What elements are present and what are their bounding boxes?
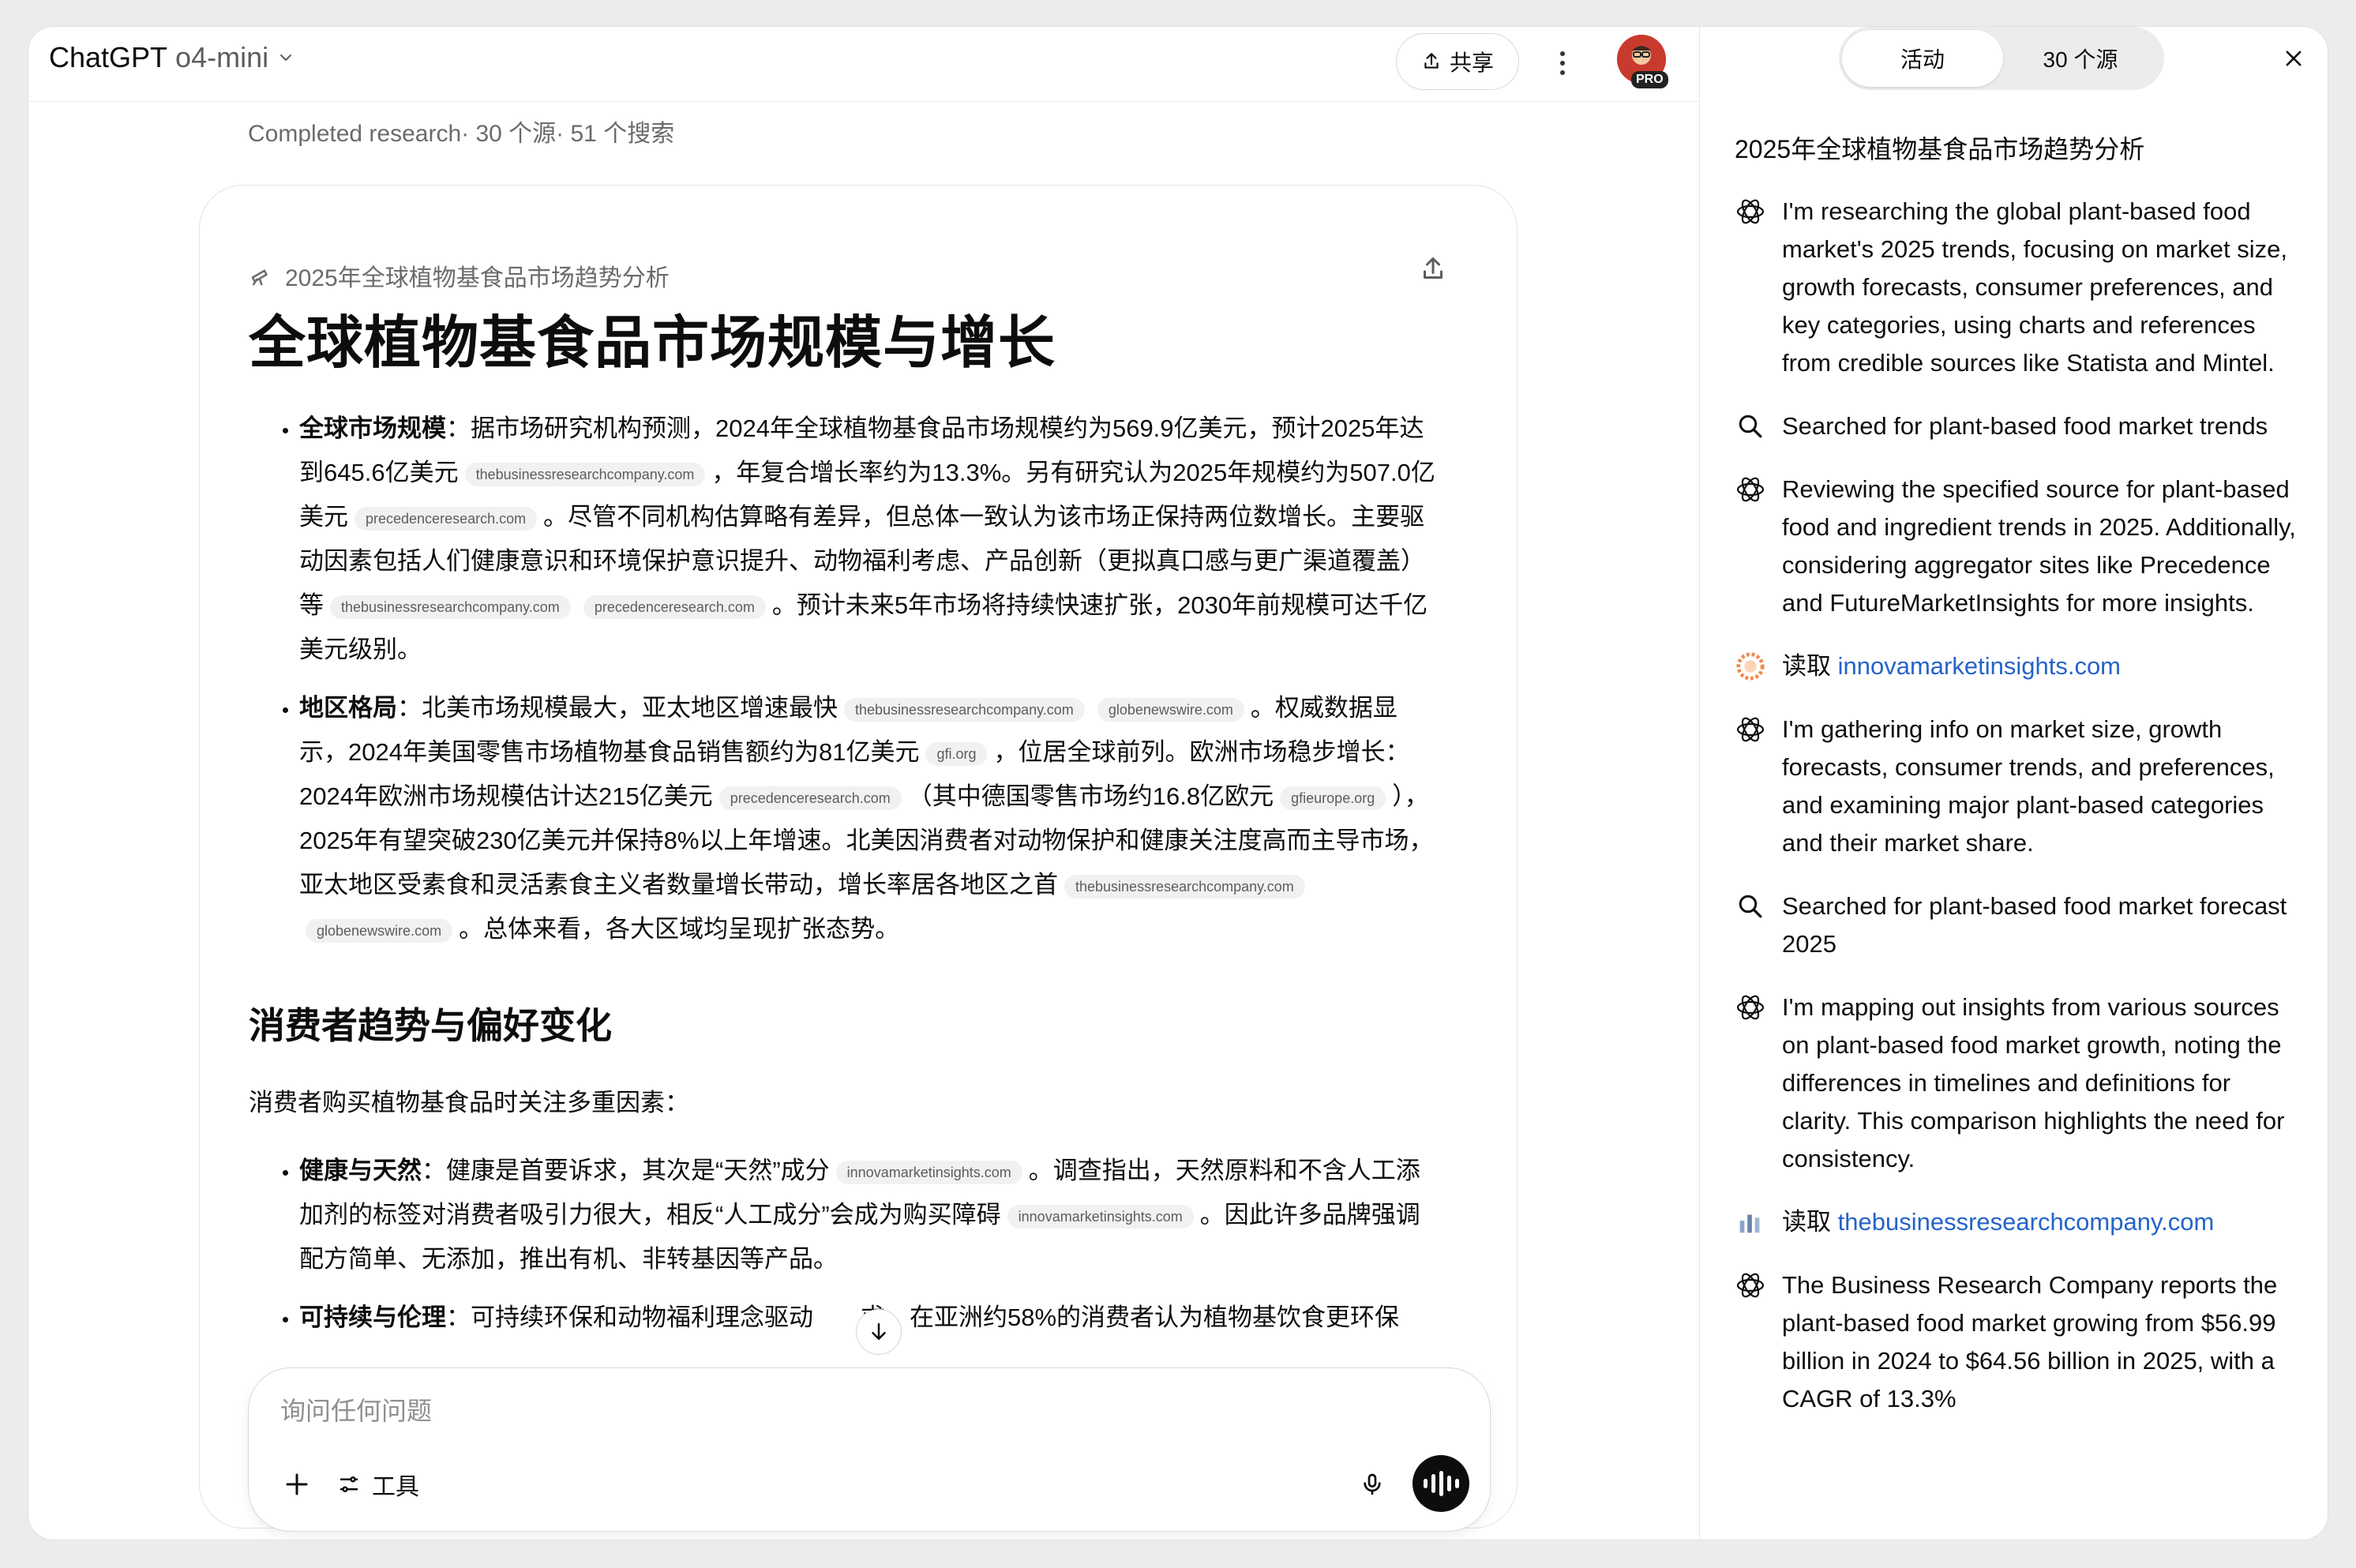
arrow-down-icon xyxy=(872,1322,886,1340)
search-icon xyxy=(1739,415,1762,438)
export-icon[interactable] xyxy=(1419,253,1447,285)
citation-chip[interactable]: precedenceresearch.com xyxy=(583,595,766,619)
voice-mode-button[interactable] xyxy=(1412,1455,1469,1512)
tab-sources[interactable]: 30 个源 xyxy=(2000,30,2161,87)
list-item: 地区格局：北美市场规模最大，亚太地区增速最快thebusinessresearc… xyxy=(299,686,1441,951)
citation-chip[interactable]: innovamarketinsights.com xyxy=(835,1160,1022,1184)
openai-icon xyxy=(1736,1273,1765,1298)
read-prefix: 读取 xyxy=(1782,652,1831,680)
read-prefix: 读取 xyxy=(1782,1208,1831,1236)
tools-label: 工具 xyxy=(372,1474,419,1500)
section-intro: 消费者购买植物基食品时关注多重因素： xyxy=(249,1089,689,1116)
report-header: 2025年全球植物基食品市场趋势分析 xyxy=(249,258,670,293)
top-bar: ChatGPT o4-mini 共享 PRO xyxy=(28,27,1699,102)
citation-chip[interactable]: gfi.org xyxy=(925,741,988,766)
tools-button[interactable]: 工具 xyxy=(337,1463,419,1506)
tab-activity[interactable]: 活动 xyxy=(1842,30,2003,87)
report-header-label: 2025年全球植物基食品市场趋势分析 xyxy=(285,265,670,291)
search-icon xyxy=(1739,895,1762,918)
list-item: 健康与天然：健康是首要诉求，其次是“天然”成分innovamarketinsig… xyxy=(299,1149,1441,1281)
activity-item: Searched for plant-based food market tre… xyxy=(1735,407,2303,445)
chevron-down-icon xyxy=(280,54,292,61)
citation-chip[interactable]: thebusinessresearchcompany.com xyxy=(330,595,571,619)
activity-text: The Business Research Company reports th… xyxy=(1782,1271,2278,1412)
model-name: o4-mini xyxy=(175,41,269,73)
bullet-text: （其中德国零售市场约16.8亿欧元 xyxy=(907,782,1274,810)
bullet-text: 求。在亚洲约58%的消费者认为植物基饮食更环保 xyxy=(861,1304,1400,1331)
citation-chip[interactable]: globenewswire.com xyxy=(306,918,453,943)
add-attachment-button[interactable] xyxy=(276,1463,318,1506)
app-window: ChatGPT o4-mini 共享 PRO Completed researc… xyxy=(28,27,2328,1540)
app-name: ChatGPT xyxy=(49,41,168,73)
openai-icon xyxy=(1736,477,1765,502)
close-icon xyxy=(2286,51,2302,66)
list-item: 全球市场规模：据市场研究机构预测，2024年全球植物基食品市场规模约为569.9… xyxy=(299,407,1441,672)
activity-text: I'm mapping out insights from various so… xyxy=(1782,993,2285,1172)
activity-item: I'm mapping out insights from various so… xyxy=(1735,988,2303,1178)
activity-text: I'm gathering info on market size, growt… xyxy=(1782,715,2275,857)
bullet-label: 健康与天然 xyxy=(299,1157,422,1184)
sliders-icon xyxy=(340,1476,358,1492)
citation-chip[interactable]: thebusinessresearchcompany.com xyxy=(844,697,1085,722)
more-options-button[interactable] xyxy=(1551,44,1574,82)
microphone-icon xyxy=(1364,1473,1381,1495)
share-icon xyxy=(1424,53,1439,69)
activity-item: I'm gathering info on market size, growt… xyxy=(1735,711,2303,862)
share-button[interactable]: 共享 xyxy=(1396,33,1519,90)
activity-item: Searched for plant-based food market for… xyxy=(1735,887,2303,963)
report-body: 全球市场规模：据市场研究机构预测，2024年全球植物基食品市场规模约为569.9… xyxy=(249,407,1441,1354)
activity-text: Reviewing the specified source for plant… xyxy=(1782,475,2296,617)
source-link[interactable]: innovamarketinsights.com xyxy=(1838,652,2121,680)
bullet-label: 地区格局 xyxy=(299,694,397,722)
pro-badge: PRO xyxy=(1631,71,1668,88)
bullet-text: 。总体来看，各大区域均呈现扩张态势。 xyxy=(459,915,900,943)
bullet-label: 全球市场规模 xyxy=(299,415,446,442)
citation-chip[interactable]: thebusinessresearchcompany.com xyxy=(1064,874,1305,898)
section-heading: 消费者趋势与偏好变化 xyxy=(249,1005,612,1046)
plus-icon xyxy=(286,1473,308,1495)
telescope-icon xyxy=(251,269,268,286)
panel-tabs: 活动 30 个源 xyxy=(1839,27,2164,90)
citation-chip[interactable]: precedenceresearch.com xyxy=(718,786,902,810)
activity-text: Searched for plant-based food market for… xyxy=(1782,892,2287,958)
panel-title: 2025年全球植物基食品市场趋势分析 xyxy=(1735,135,2145,163)
activity-item: 读取 thebusinessresearchcompany.com xyxy=(1735,1203,2303,1241)
citation-chip[interactable]: precedenceresearch.com xyxy=(355,506,538,531)
activity-panel: 活动 30 个源 2025年全球植物基食品市场趋势分析 I'm research… xyxy=(1700,27,2328,1540)
openai-icon xyxy=(1736,199,1765,224)
activity-text: Searched for plant-based food market tre… xyxy=(1782,412,2268,440)
scroll-to-bottom-button[interactable] xyxy=(856,1309,902,1355)
composer: 工具 xyxy=(248,1367,1491,1532)
source-link[interactable]: thebusinessresearchcompany.com xyxy=(1838,1208,2215,1236)
report-title: 全球植物基食品市场规模与增长 xyxy=(249,312,1056,375)
activity-item: I'm researching the global plant-based f… xyxy=(1735,193,2303,382)
bullet-text: ：健康是首要诉求，其次是“天然”成分 xyxy=(422,1157,830,1184)
bullet-text: ：可持续环保和动物福利理念驱动 xyxy=(446,1304,813,1331)
citation-chip[interactable]: globenewswire.com xyxy=(1097,697,1244,722)
activity-list: I'm researching the global plant-based f… xyxy=(1735,193,2303,1443)
citation-chip[interactable]: thebusinessresearchcompany.com xyxy=(464,462,706,486)
model-selector[interactable]: ChatGPT o4-mini xyxy=(49,41,295,74)
dictate-button[interactable] xyxy=(1351,1463,1394,1506)
chat-pane: ChatGPT o4-mini 共享 PRO Completed researc… xyxy=(28,27,1699,1540)
innova-favicon xyxy=(1736,652,1765,681)
citation-chip[interactable]: innovamarketinsights.com xyxy=(1007,1204,1194,1229)
research-status: Completed research· 30 个源· 51 个搜索 xyxy=(248,121,675,147)
avatar[interactable]: PRO xyxy=(1617,35,1668,88)
openai-icon xyxy=(1736,995,1765,1020)
bullet-label: 可持续与伦理 xyxy=(299,1304,446,1331)
citation-chip[interactable]: gfieurope.org xyxy=(1280,786,1386,810)
openai-icon xyxy=(1736,717,1765,742)
waveform-icon xyxy=(1423,1479,1427,1488)
activity-item: The Business Research Company reports th… xyxy=(1735,1266,2303,1418)
prompt-input[interactable] xyxy=(279,1390,1387,1431)
bullet-text: ：北美市场规模最大，亚太地区增速最快 xyxy=(397,694,838,722)
share-label: 共享 xyxy=(1449,51,1494,75)
activity-item: Reviewing the specified source for plant… xyxy=(1735,471,2303,622)
tbrc-favicon xyxy=(1739,1214,1760,1233)
activity-item: 读取 innovamarketinsights.com xyxy=(1735,647,2303,685)
activity-text: I'm researching the global plant-based f… xyxy=(1782,197,2287,377)
close-panel-button[interactable] xyxy=(2278,43,2309,74)
